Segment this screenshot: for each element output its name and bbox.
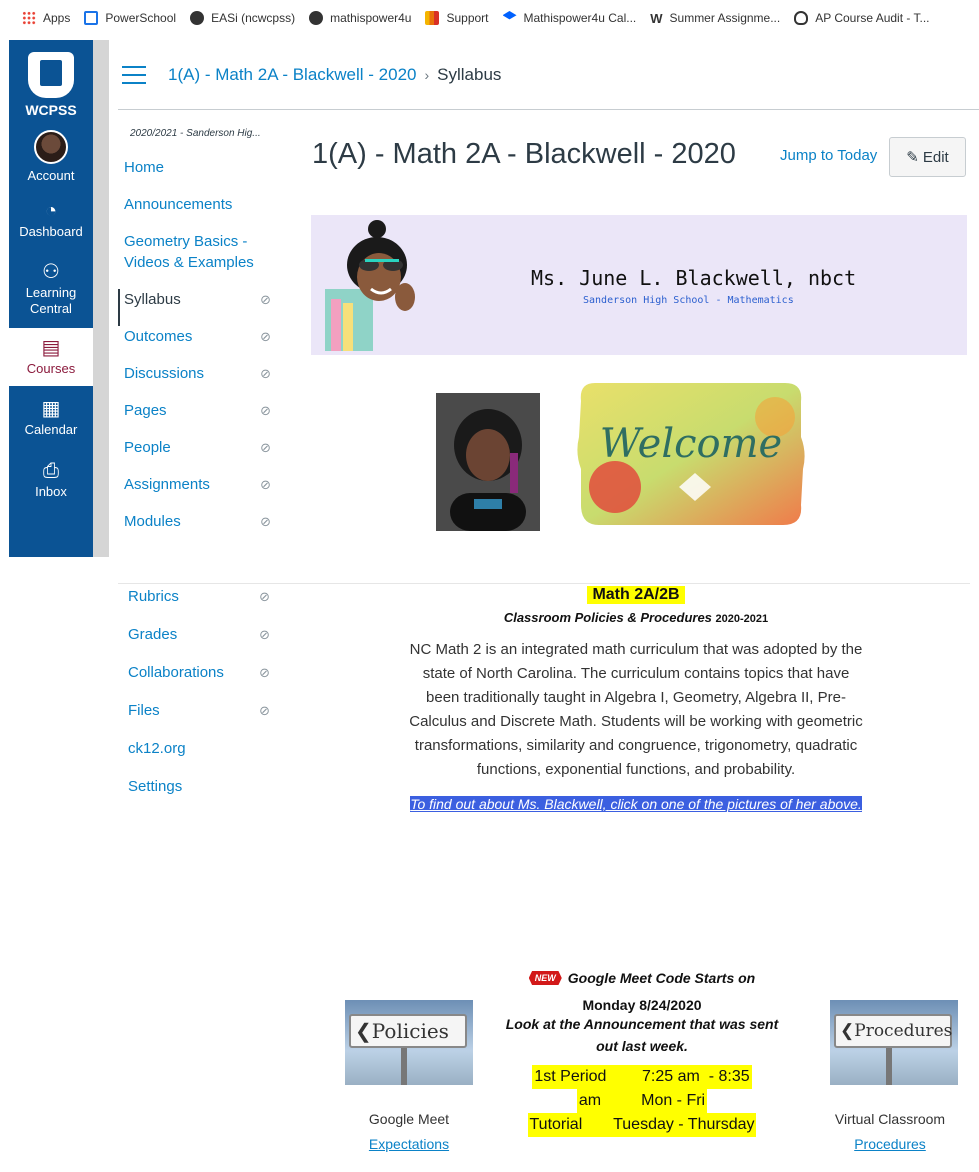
- bookmarks-bar: Apps PowerSchool EASi (ncwcpss) mathispo…: [0, 0, 979, 36]
- global-nav: WCPSS Account ◔ Dashboard ⚇ Learning Cen…: [9, 40, 93, 557]
- bookmark-ap-course-audit[interactable]: AP Course Audit - T...: [794, 11, 930, 25]
- bookmark-summer-assignment[interactable]: W Summer Assignme...: [650, 11, 780, 26]
- chevron-right-icon: ›: [424, 66, 430, 83]
- page-title: 1(A) - Math 2A - Blackwell - 2020: [312, 138, 736, 170]
- gnav-account[interactable]: Account: [9, 124, 93, 190]
- eye-slash-icon: ⊘: [260, 514, 271, 529]
- course-heading: Math 2A/2B: [587, 586, 685, 604]
- globe-icon: [309, 11, 324, 25]
- course-nav-geometry-basics[interactable]: Geometry Basics - Videos & Examples: [118, 231, 293, 289]
- apps-icon: [22, 11, 36, 25]
- course-nav-files[interactable]: Files ⊘: [122, 700, 292, 738]
- globe-icon: [190, 11, 205, 25]
- policies-heading: Classroom Policies & Procedures 2020-202…: [503, 610, 769, 625]
- edit-button[interactable]: ✎ Edit: [889, 137, 966, 177]
- new-badge-icon: NEW: [528, 971, 562, 985]
- course-nav-grades[interactable]: Grades ⊘: [122, 624, 292, 662]
- gnav-inbox[interactable]: ⎙ Inbox: [9, 450, 93, 510]
- gnav-learning-central[interactable]: ⚇ Learning Central: [9, 250, 93, 328]
- course-nav-home[interactable]: Home: [118, 157, 293, 194]
- ap-icon: [794, 11, 809, 25]
- teacher-photo[interactable]: [436, 393, 540, 531]
- hamburger-menu-icon[interactable]: [122, 65, 146, 84]
- powerschool-icon: [84, 11, 99, 25]
- eye-slash-icon: ⊘: [259, 627, 270, 642]
- inbox-icon: ⎙: [43, 460, 59, 482]
- course-nav-outcomes[interactable]: Outcomes ⊘: [118, 326, 293, 363]
- wcpss-logo[interactable]: WCPSS: [9, 40, 93, 124]
- bookmark-support[interactable]: Support: [425, 11, 489, 25]
- about-teacher-link[interactable]: To find out about Ms. Blackwell, click o…: [396, 793, 876, 815]
- virtual-classroom-caption: Virtual Classroom Procedures: [812, 1107, 968, 1157]
- course-nav-collaborations[interactable]: Collaborations ⊘: [122, 662, 292, 700]
- breadcrumb: 1(A) - Math 2A - Blackwell - 2020 › Syll…: [118, 40, 979, 110]
- eye-slash-icon: ⊘: [259, 665, 270, 680]
- eye-slash-icon: ⊘: [260, 292, 271, 307]
- dropbox-icon: [502, 11, 517, 20]
- google-meet-caption: Google Meet Expectations: [345, 1107, 473, 1157]
- eye-slash-icon: ⊘: [259, 589, 270, 604]
- procedures-link[interactable]: Procedures: [812, 1132, 968, 1157]
- course-nav-people[interactable]: People ⊘: [118, 437, 293, 474]
- breadcrumb-current: Syllabus: [437, 64, 502, 84]
- expectations-link[interactable]: Expectations: [345, 1132, 473, 1157]
- policies-board: ❮ Policies: [349, 1014, 467, 1048]
- bookmark-mathispower4u[interactable]: mathispower4u: [309, 11, 411, 25]
- eye-slash-icon: ⊘: [260, 329, 271, 344]
- welcome-image[interactable]: Welcome: [575, 377, 807, 530]
- eye-slash-icon: ⊘: [260, 477, 271, 492]
- class-schedule: 1st Period 7:25 am - 8:35 am Mon - Fri T…: [494, 1065, 790, 1137]
- eye-slash-icon: ⊘: [259, 703, 270, 718]
- svg-text:Welcome: Welcome: [600, 421, 782, 467]
- eye-slash-icon: ⊘: [260, 366, 271, 381]
- avatar: [34, 130, 68, 164]
- course-nav-modules[interactable]: Modules ⊘: [118, 511, 293, 548]
- speedometer-icon: ◔: [44, 200, 58, 222]
- section-divider: [118, 583, 970, 584]
- nav-scrollbar[interactable]: [93, 40, 109, 557]
- procedures-board: ❮ Procedures: [834, 1014, 952, 1048]
- teacher-photo-image: [436, 393, 540, 531]
- google-meet-info: NEW Google Meet Code Starts on Monday 8/2…: [494, 970, 790, 1137]
- course-nav-ck12[interactable]: ck12.org: [122, 738, 292, 776]
- school-name: Sanderson High School - Mathematics: [583, 295, 794, 306]
- calendar-icon: ▦: [41, 398, 61, 420]
- policies-sign-image[interactable]: ❮ Policies: [345, 1000, 473, 1085]
- bookmark-apps[interactable]: Apps: [22, 11, 70, 25]
- breadcrumb-course-link[interactable]: 1(A) - Math 2A - Blackwell - 2020: [168, 65, 416, 85]
- jump-to-today-link[interactable]: Jump to Today: [780, 147, 877, 164]
- course-nav-syllabus[interactable]: Syllabus ⊘: [118, 289, 293, 326]
- course-description: NC Math 2 is an integrated math curricul…: [409, 641, 863, 778]
- course-nav-lower: Rubrics ⊘ Grades ⊘ Collaborations ⊘ Files ⊘ …: [122, 586, 292, 814]
- gnav-calendar[interactable]: ▦ Calendar: [9, 386, 93, 450]
- course-nav-assignments[interactable]: Assignments ⊘: [118, 474, 293, 511]
- gnav-dashboard[interactable]: ◔ Dashboard: [9, 190, 93, 250]
- course-nav-settings[interactable]: Settings: [122, 776, 292, 814]
- course-nav-rubrics[interactable]: Rubrics ⊘: [122, 586, 292, 624]
- teacher-banner: Ms. June L. Blackwell, nbct Sanderson Hi…: [311, 215, 967, 355]
- course-nav-announcements[interactable]: Announcements: [118, 194, 293, 231]
- pencil-icon: ✎: [906, 149, 919, 166]
- syllabus-content: Math 2A/2B Classroom Policies & Procedur…: [396, 586, 876, 815]
- bitmoji-avatar: [325, 220, 415, 351]
- course-nav-discussions[interactable]: Discussions ⊘: [118, 363, 293, 400]
- bookmark-powerschool[interactable]: PowerSchool: [84, 11, 176, 25]
- term-label: 2020/2021 - Sanderson Hig...: [130, 128, 261, 139]
- bookmark-easi[interactable]: EASi (ncwcpss): [190, 11, 295, 25]
- bookmark-mathispower4u-cal[interactable]: Mathispower4u Cal...: [502, 11, 636, 25]
- procedures-sign-image[interactable]: ❮ Procedures: [830, 1000, 958, 1085]
- course-nav-pages[interactable]: Pages ⊘: [118, 400, 293, 437]
- logo-icon: [28, 52, 74, 98]
- eye-slash-icon: ⊘: [260, 440, 271, 455]
- book-icon: ▤: [41, 337, 61, 359]
- course-nav: 2020/2021 - Sanderson Hig... Home Announ…: [118, 128, 293, 548]
- support-icon: [425, 11, 440, 25]
- learning-icon: ⚇: [42, 261, 60, 283]
- eye-slash-icon: ⊘: [260, 403, 271, 418]
- w-icon: W: [650, 11, 663, 26]
- teacher-name: Ms. June L. Blackwell, nbct: [531, 266, 857, 290]
- gnav-courses[interactable]: ▤ Courses: [9, 328, 93, 386]
